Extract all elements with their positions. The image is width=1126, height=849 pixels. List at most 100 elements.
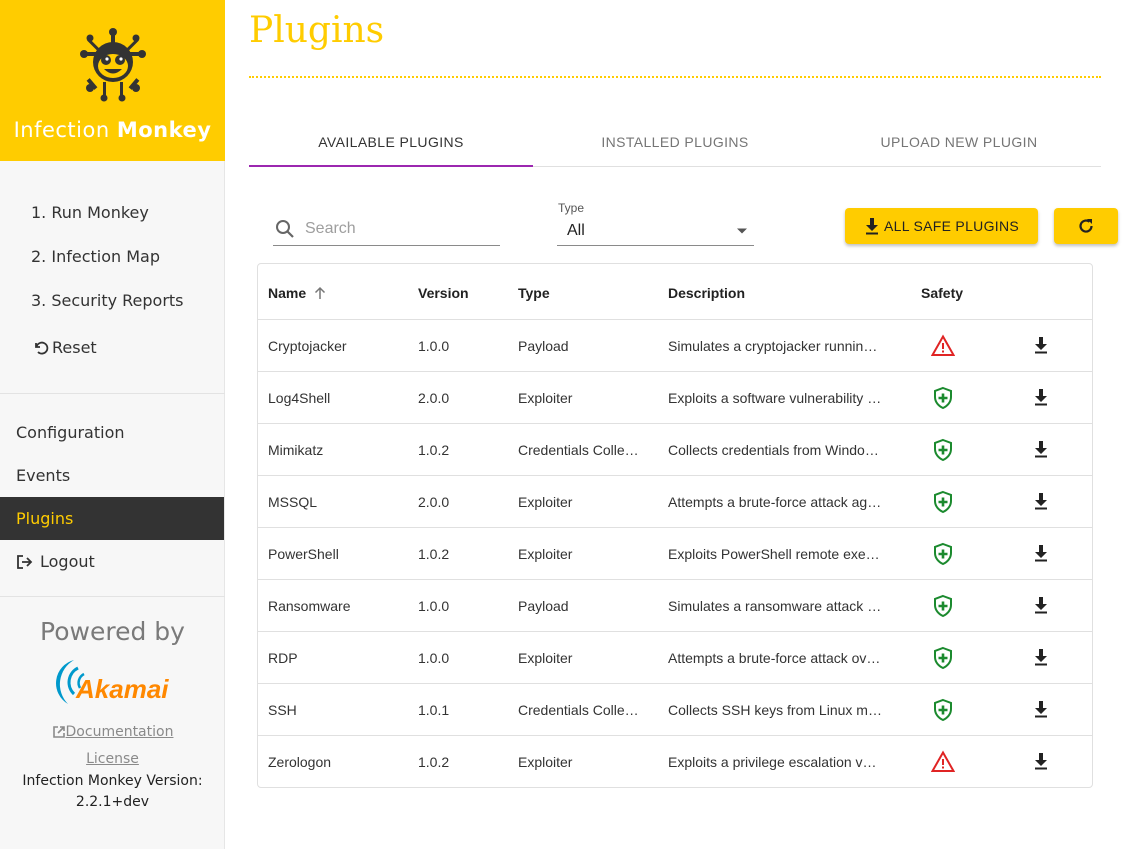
plugin-type: Exploiter [518,546,573,562]
title-underline [249,76,1101,78]
sidebar-nav: Configuration Events Plugins Logout [0,411,224,583]
table-row[interactable]: SSH 1.0.1 Credentials Collector Collects… [258,684,1092,736]
download-icon [866,218,878,235]
brand-header[interactable]: Infection Monkey [0,0,225,161]
install-plugin-button[interactable] [1033,596,1053,616]
table-row[interactable]: RDP 1.0.0 Exploiter Attempts a brute-for… [258,632,1092,684]
plugin-tabs: Available Plugins Installed Plugins Uplo… [249,118,1101,167]
download-icon [1035,493,1047,510]
install-plugin-button[interactable] [1033,388,1053,408]
sidebar-divider-footer [0,596,225,597]
plugin-type: Credentials Collector [518,442,643,458]
powered-by-text: Powered by [40,617,185,646]
shield-check-icon [934,438,952,462]
brand-name: Infection Monkey [13,118,212,142]
warning-icon [930,334,956,356]
install-plugin-button[interactable] [1033,492,1053,512]
safety-indicator-safe [931,490,955,514]
install-plugin-button[interactable] [1033,752,1053,772]
column-header-safety[interactable]: Safety [921,285,963,301]
step-security-reports[interactable]: 3. Security Reports [0,284,225,328]
reset-button[interactable]: Reset [0,328,225,368]
table-row[interactable]: Zerologon 1.0.2 Exploiter Exploits a pri… [258,736,1092,788]
search-icon [276,220,294,238]
column-header-name[interactable]: Name [268,285,326,301]
version-label: Infection Monkey Version: [22,773,203,789]
plugin-version: 1.0.2 [418,442,450,458]
column-header-name-label: Name [268,285,307,301]
column-header-type[interactable]: Type [518,285,550,301]
table-row[interactable]: Log4Shell 2.0.0 Exploiter Exploits a sof… [258,372,1092,424]
type-filter-value: All [567,221,585,239]
table-row[interactable]: MSSQL 2.0.0 Exploiter Attempts a brute-f… [258,476,1092,528]
download-icon [1035,649,1047,666]
sort-ascending-icon [315,286,326,299]
install-plugin-button[interactable] [1033,648,1053,668]
plugins-table: Name Version Type Description Safety Cry… [257,263,1093,788]
plugin-version: 1.0.2 [418,546,450,562]
plugin-type: Payload [518,338,569,354]
step-run-monkey[interactable]: 1. Run Monkey [0,196,225,240]
plugin-version: 1.0.0 [418,598,450,614]
refresh-button[interactable] [1054,208,1118,244]
column-header-description[interactable]: Description [668,285,745,301]
install-plugin-button[interactable] [1033,544,1053,564]
version-value: 2.2.1+dev [75,794,150,810]
safety-indicator-safe [931,542,955,566]
plugin-description: Collects SSH keys from Linux machines [668,702,883,718]
sidebar-item-plugins[interactable]: Plugins [0,497,224,540]
tab-installed-plugins[interactable]: Installed Plugins [533,118,817,166]
plugin-type: Payload [518,598,569,614]
undo-icon [35,341,49,355]
plugin-name: Mimikatz [268,442,324,458]
search-input[interactable] [305,220,485,238]
search-field [273,213,500,246]
run-steps: 1. Run Monkey 2. Infection Map 3. Securi… [0,196,225,368]
sidebar-item-logout[interactable]: Logout [0,540,224,583]
plugin-description: Simulates a ransomware attack on the sys… [668,598,883,614]
install-plugin-button[interactable] [1033,336,1053,356]
plugin-version: 2.0.0 [418,390,450,406]
documentation-link[interactable]: Documentation [52,720,173,744]
plugin-name: SSH [268,702,297,718]
tab-upload-new-plugin[interactable]: Upload New Plugin [817,118,1101,166]
caret-down-icon [737,228,747,233]
step-infection-map[interactable]: 2. Infection Map [0,240,225,284]
sidebar-item-configuration[interactable]: Configuration [0,411,224,454]
safety-indicator-unsafe [930,750,956,774]
install-plugin-button[interactable] [1033,440,1053,460]
license-link[interactable]: License [86,747,139,771]
shield-check-icon [934,490,952,514]
plugin-description: Collects credentials from Windows machin… [668,442,883,458]
plugin-version: 1.0.2 [418,754,450,770]
install-all-safe-plugins-button[interactable]: ALL SAFE PLUGINS [845,208,1038,244]
column-header-version[interactable]: Version [418,285,469,301]
plugin-name: RDP [268,650,298,666]
plugin-version: 2.0.0 [418,494,450,510]
plugin-name: Ransomware [268,598,351,614]
plugin-version: 1.0.0 [418,650,450,666]
plugin-name: PowerShell [268,546,339,562]
shield-check-icon [934,698,952,722]
refresh-icon [1079,219,1093,233]
type-filter-label: Type [558,201,585,215]
shield-check-icon [934,594,952,618]
table-header: Name Version Type Description Safety [258,264,1092,320]
tab-available-plugins[interactable]: Available Plugins [249,118,533,167]
table-row[interactable]: Cryptojacker 1.0.0 Payload Simulates a c… [258,320,1092,372]
warning-icon [930,750,956,772]
sidebar-item-events[interactable]: Events [0,454,224,497]
table-row[interactable]: PowerShell 1.0.2 Exploiter Exploits Powe… [258,528,1092,580]
safety-indicator-safe [931,594,955,618]
table-body: Cryptojacker 1.0.0 Payload Simulates a c… [258,320,1092,788]
plugin-name: Zerologon [268,754,332,770]
plugin-name: Log4Shell [268,390,331,406]
table-row[interactable]: Ransomware 1.0.0 Payload Simulates a ran… [258,580,1092,632]
table-row[interactable]: Mimikatz 1.0.2 Credentials Collector Col… [258,424,1092,476]
plugin-description: Attempts a brute-force attack over RDP [668,650,883,666]
install-plugin-button[interactable] [1033,700,1053,720]
monkey-logo-icon [80,28,146,102]
svg-text:Akamai: Akamai [75,674,169,704]
type-filter-select[interactable]: All [557,216,754,246]
safety-indicator-safe [931,698,955,722]
